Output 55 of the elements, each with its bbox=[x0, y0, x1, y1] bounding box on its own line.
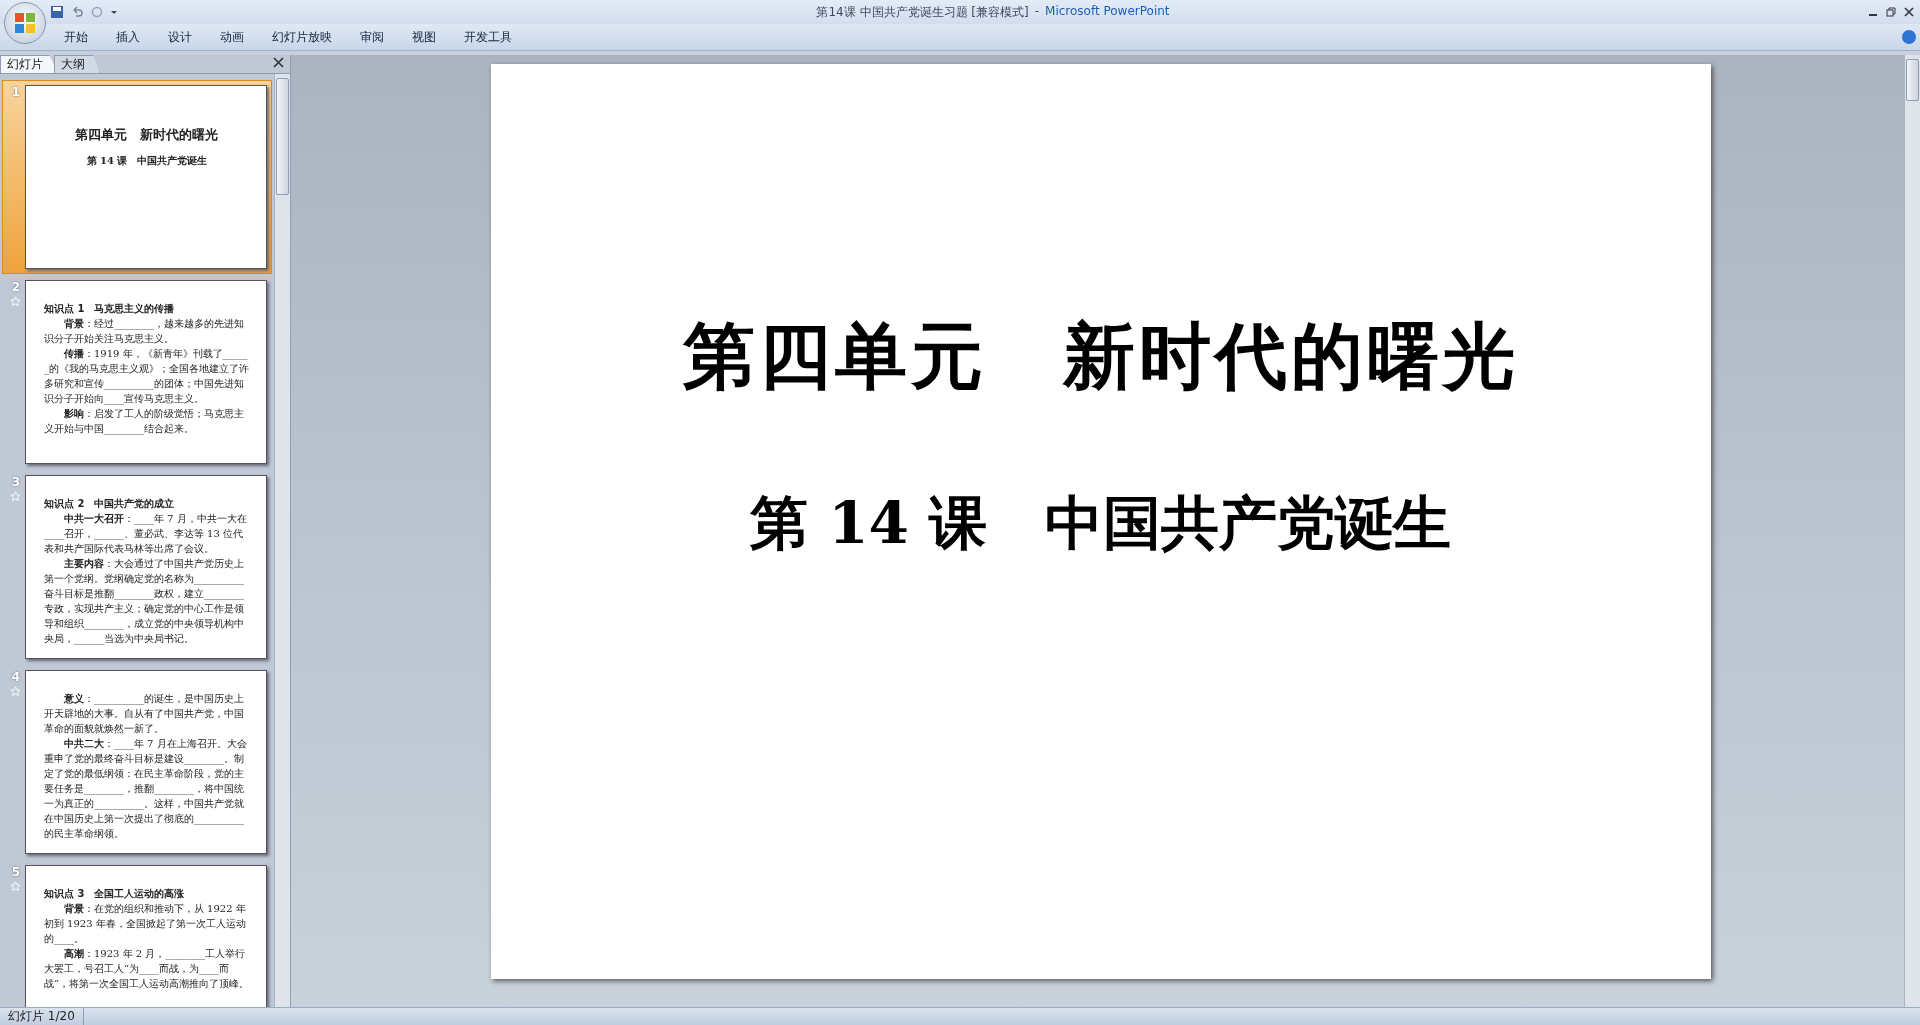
thumbnail-paragraph: 中共一大召开：____年 7 月，中共一大在____召开，______、董必武、李达等 13 位代表和共产国际代表马林等出席了会议。 bbox=[43, 512, 248, 556]
thumbnail-paragraph: 背景：经过________，越来越多的先进知识分子开始关注马克思主义。 bbox=[43, 317, 245, 346]
panel-tab[interactable]: 大纲 bbox=[54, 55, 100, 73]
thumbnail-heading: 知识点 3 全国工人运动的高涨 bbox=[43, 887, 186, 901]
slide-number: 5 bbox=[11, 865, 21, 879]
slide-title: 第四单元 新时代的曙光 bbox=[682, 313, 1519, 400]
close-icon[interactable] bbox=[1904, 7, 1914, 17]
thumbnail-heading: 知识点 2 中国共产党的成立 bbox=[43, 497, 176, 511]
scrollbar[interactable] bbox=[1904, 55, 1920, 1007]
thumbnail-paragraph: 意义：__________的诞生，是中国历史上开天辟地的大事。自从有了中国共产党，中国革命的面貌就焕然一新了。 bbox=[43, 692, 245, 736]
slide-counter: 幻灯片 1/20 bbox=[0, 1008, 84, 1025]
star-icon bbox=[10, 881, 22, 892]
save-icon[interactable] bbox=[50, 5, 64, 19]
star-icon bbox=[10, 296, 22, 307]
star-icon bbox=[10, 491, 22, 502]
ribbon-tab[interactable]: 设计 bbox=[154, 28, 206, 46]
undo-icon[interactable] bbox=[70, 5, 84, 19]
slide-number: 3 bbox=[11, 475, 21, 489]
ribbon-tab[interactable]: 插入 bbox=[102, 28, 154, 46]
slide-thumbnail[interactable]: 第四单元 新时代的曙光 第 14 课 中国共产党诞生 bbox=[24, 85, 267, 269]
thumbnail-paragraph: 背景：在党的组织和推动下，从 1922 年初到 1923 年春，全国掀起了第一次工人运动的____。 bbox=[43, 902, 247, 946]
slide-number: 1 bbox=[11, 85, 21, 99]
thumbnail-paragraph: 影响：启发了工人的阶级觉悟；马克思主义开始与中国________结合起来。 bbox=[43, 407, 245, 436]
slide-thumbnail[interactable] bbox=[24, 670, 267, 854]
window-title: 第14课 中国共产党诞生习题 [兼容模式] bbox=[816, 3, 1029, 21]
slide-number: 4 bbox=[11, 670, 21, 684]
slide-thumbnail[interactable]: 知识点 3 全国工人运动的高涨 背景：在党的组织和推动下，从 1922 年初到 1923 年春，全国掀起了第一次工人运动的____。 高潮：1923 年 2 月，________工人举行大罢工，号召工人“为____而战，为____而战”，将第一次全国工人运动高潮推向了顶峰。 bbox=[24, 865, 267, 1007]
scrollbar[interactable] bbox=[274, 74, 290, 1007]
star-icon bbox=[10, 686, 22, 697]
ribbon-tab[interactable]: 开始 bbox=[50, 28, 102, 46]
title-separator: - bbox=[1034, 3, 1040, 20]
thumbnail-title: 第四单元 新时代的曙光 bbox=[75, 126, 219, 144]
slide-thumbnail[interactable]: 知识点 1 马克思主义的传播 背景：经过________，越来越多的先进知识分子开始关注马克思主义。 传播：1919 年，《新青年》刊载了______的《我的马克思主义观》；全国各地建立了许多研究和宣传__________的团体；中国先进知识分子开始向____宣传马克思主义。 影响：启发了工人的阶级觉悟；马克思主义开始与中国________结合起来。 bbox=[24, 280, 267, 464]
app-name: Microsoft PowerPoint bbox=[1045, 3, 1170, 20]
selected-thumbnail-frame[interactable]: 1 第四单元 新时代的曙光 第 14 课 中国共产党诞生 bbox=[2, 80, 272, 274]
thumbnail-subtitle: 第 14 课 中国共产党诞生 bbox=[86, 154, 208, 168]
ribbon-tab[interactable]: 开发工具 bbox=[450, 28, 526, 46]
ribbon-tab[interactable]: 审阅 bbox=[346, 28, 398, 46]
thumbnail-heading: 知识点 1 马克思主义的传播 bbox=[43, 302, 176, 316]
thumbnail-paragraph: 高潮：1923 年 2 月，________工人举行大罢工，号召工人“为____而战，为____而战”，将第一次全国工人运动高潮推向了顶峰。 bbox=[43, 947, 250, 991]
thumbnail-paragraph: 主要内容：大会通过了中国共产党历史上第一个党纲。党纲确定党的名称为__________奋斗目标是推翻________政权，建立________专政，实现共产主义；确定党的中心工作是领导和组织________，成立党的中央领导机构中央局，______当选为中央局书记。 bbox=[43, 557, 245, 646]
office-button[interactable] bbox=[4, 2, 46, 44]
slide-number: 2 bbox=[11, 280, 21, 294]
restore-icon[interactable] bbox=[1886, 7, 1896, 17]
office-logo-icon bbox=[14, 12, 36, 34]
ribbon-tab[interactable]: 动画 bbox=[206, 28, 258, 46]
help-icon[interactable] bbox=[1902, 30, 1916, 44]
thumbnail-paragraph: 传播：1919 年，《新青年》刊载了______的《我的马克思主义观》；全国各地建立了许多研究和宣传__________的团体；中国先进知识分子开始向____宣传马克思主义。 bbox=[43, 347, 250, 406]
thumbnail-paragraph: 中共二大：____年 7 月在上海召开。大会重申了党的最终奋斗目标是建设________。制定了党的最低纲领：在民主革命阶段，党的主要任务是________，推翻________，将中国统一为真正的__________。这样，中国共产党就在中国历史上第一次提出了彻底的__________的民主革命纲领。 bbox=[43, 737, 248, 841]
close-icon[interactable] bbox=[273, 57, 284, 68]
dropdown-icon[interactable] bbox=[110, 8, 118, 16]
ribbon-tab[interactable]: 幻灯片放映 bbox=[258, 28, 346, 46]
ribbon-tab[interactable]: 视图 bbox=[398, 28, 450, 46]
slide-subtitle: 第 14 课 中国共产党诞生 bbox=[749, 488, 1452, 559]
slide-thumbnail[interactable] bbox=[24, 475, 267, 659]
